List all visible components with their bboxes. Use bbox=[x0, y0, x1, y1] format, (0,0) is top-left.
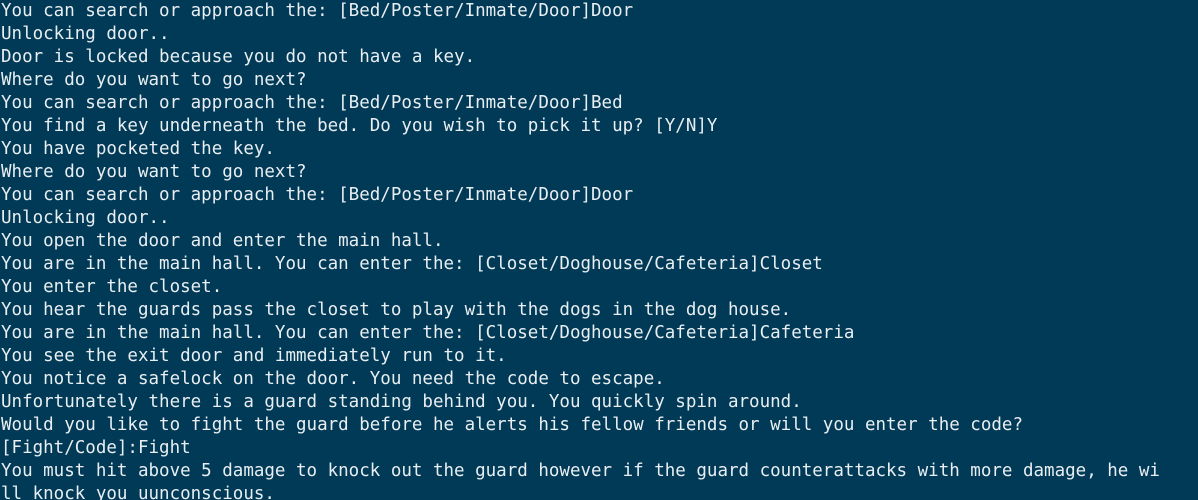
terminal-line: You can search or approach the: [Bed/Pos… bbox=[1, 1, 634, 21]
terminal-line: You hear the guards pass the closet to p… bbox=[1, 300, 792, 320]
terminal-line: Where do you want to go next? bbox=[1, 162, 307, 182]
terminal-line: Where do you want to go next? bbox=[1, 70, 307, 90]
terminal-output[interactable]: You can search or approach the: [Bed/Pos… bbox=[0, 0, 1198, 500]
terminal-line: You find a key underneath the bed. Do yo… bbox=[1, 116, 718, 136]
terminal-line: Unfortunately there is a guard standing … bbox=[1, 392, 802, 412]
terminal-line: You notice a safelock on the door. You n… bbox=[1, 369, 665, 389]
terminal-line: Unlocking door.. bbox=[1, 208, 170, 228]
terminal-line: You must hit above 5 damage to knock out… bbox=[1, 461, 1160, 481]
terminal-line: Door is locked because you do not have a… bbox=[1, 47, 476, 67]
terminal-line: ll knock you uunconscious. bbox=[1, 484, 275, 500]
terminal-line: You are in the main hall. You can enter … bbox=[1, 254, 823, 274]
terminal-line: You can search or approach the: [Bed/Pos… bbox=[1, 93, 623, 113]
terminal-line: Unlocking door.. bbox=[1, 24, 170, 44]
terminal-line: You are in the main hall. You can enter … bbox=[1, 323, 855, 343]
terminal-line: [Fight/Code]:Fight bbox=[1, 438, 191, 458]
terminal-line: You enter the closet. bbox=[1, 277, 223, 297]
terminal-line: You open the door and enter the main hal… bbox=[1, 231, 444, 251]
terminal-line: You have pocketed the key. bbox=[1, 139, 275, 159]
terminal-line: Would you like to fight the guard before… bbox=[1, 415, 1023, 435]
terminal-line: You can search or approach the: [Bed/Pos… bbox=[1, 185, 634, 205]
terminal-line: You see the exit door and immediately ru… bbox=[1, 346, 507, 366]
